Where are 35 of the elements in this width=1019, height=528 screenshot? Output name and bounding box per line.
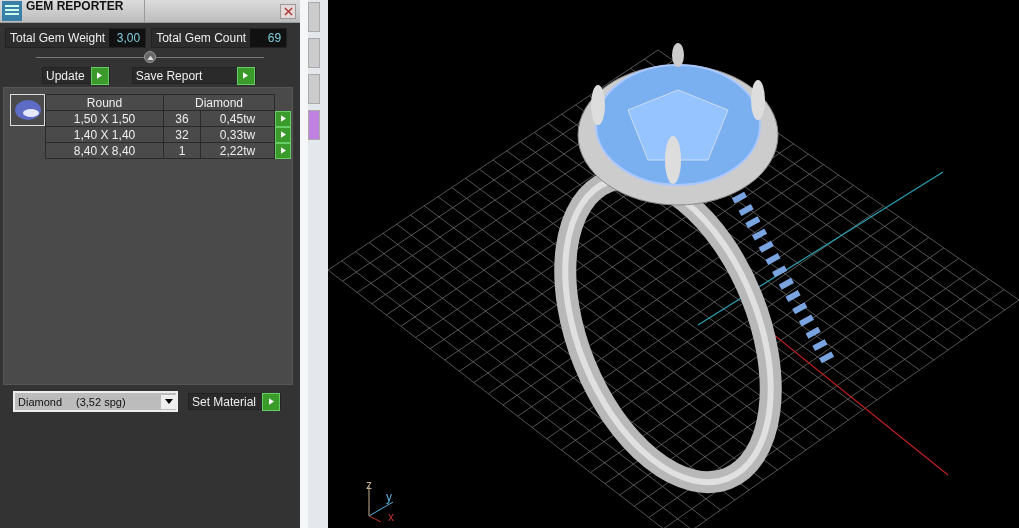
play-arrow-icon [97, 72, 103, 79]
table-cell: 0,45tw [200, 110, 275, 127]
column-header: Round [45, 94, 164, 111]
caret-up-icon [146, 54, 154, 60]
table-cell: 8,40 X 8,40 [45, 142, 164, 159]
column-header: Diamond [163, 94, 275, 111]
close-button[interactable] [280, 3, 296, 19]
action-button[interactable]: Update [42, 67, 110, 84]
action-button[interactable]: Save Report [131, 67, 256, 84]
table-cell: 2,22tw [200, 142, 275, 159]
table-cell: 36 [163, 110, 201, 127]
table-cell: 0,33tw [200, 126, 275, 143]
table-cell: 1,40 X 1,40 [45, 126, 164, 143]
play-arrow-icon [243, 72, 249, 79]
round-gem-icon [10, 94, 46, 126]
app-logo-icon [2, 1, 22, 21]
set-material-button[interactable]: Set Material [188, 393, 282, 410]
axis-label: y [386, 490, 392, 504]
material-dropdown[interactable]: Diamond (3,52 spg) [13, 391, 178, 412]
panel-title: GEM REPORTER [26, 0, 145, 22]
play-arrow-icon [280, 131, 286, 138]
dropdown-arrow-icon [164, 399, 173, 404]
table-cell: 1,50 X 1,50 [45, 110, 164, 127]
axis-label: x [388, 510, 394, 524]
table-cell: 1 [163, 142, 201, 159]
select-row-button[interactable] [275, 110, 291, 127]
stat-field: Total Gem Count 69 [151, 28, 288, 48]
axis-label: z [366, 478, 372, 492]
play-arrow-icon [280, 115, 286, 122]
play-arrow-icon [280, 147, 286, 154]
3d-viewport[interactable]: z y x [328, 0, 1019, 528]
play-arrow-icon [268, 398, 274, 405]
collapse-button[interactable] [144, 51, 156, 63]
stat-field: Total Gem Weight 3,00 [5, 28, 147, 48]
table-cell: 32 [163, 126, 201, 143]
